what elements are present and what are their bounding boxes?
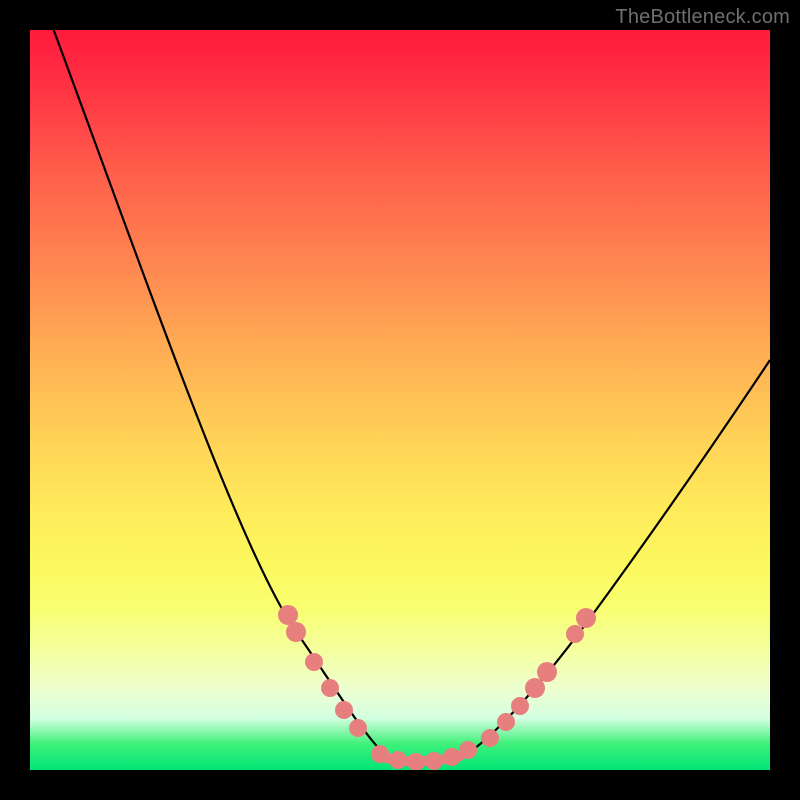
- marker-group: [278, 605, 596, 770]
- marker-bottom-3: [425, 752, 443, 770]
- left-curve: [50, 30, 400, 762]
- marker-right-2: [511, 697, 529, 715]
- marker-bottom-4: [443, 748, 461, 766]
- marker-left-0: [278, 605, 298, 625]
- marker-right-3: [525, 678, 545, 698]
- marker-left-1: [286, 622, 306, 642]
- marker-left-3: [321, 679, 339, 697]
- marker-left-2: [305, 653, 323, 671]
- marker-bottom-0: [371, 745, 389, 763]
- chart-svg: [30, 30, 770, 770]
- watermark-text: TheBottleneck.com: [615, 6, 790, 29]
- marker-right-4: [537, 662, 557, 682]
- outer-frame: TheBottleneck.com: [0, 0, 800, 800]
- right-curve: [440, 360, 770, 762]
- marker-right-0: [481, 729, 499, 747]
- marker-left-4: [335, 701, 353, 719]
- marker-left-5: [349, 719, 367, 737]
- plot-area: [30, 30, 770, 770]
- marker-right-5: [566, 625, 584, 643]
- marker-bottom-5: [459, 741, 477, 759]
- marker-bottom-1: [389, 751, 407, 769]
- marker-right-1: [497, 713, 515, 731]
- marker-right-6: [576, 608, 596, 628]
- marker-bottom-2: [407, 753, 425, 770]
